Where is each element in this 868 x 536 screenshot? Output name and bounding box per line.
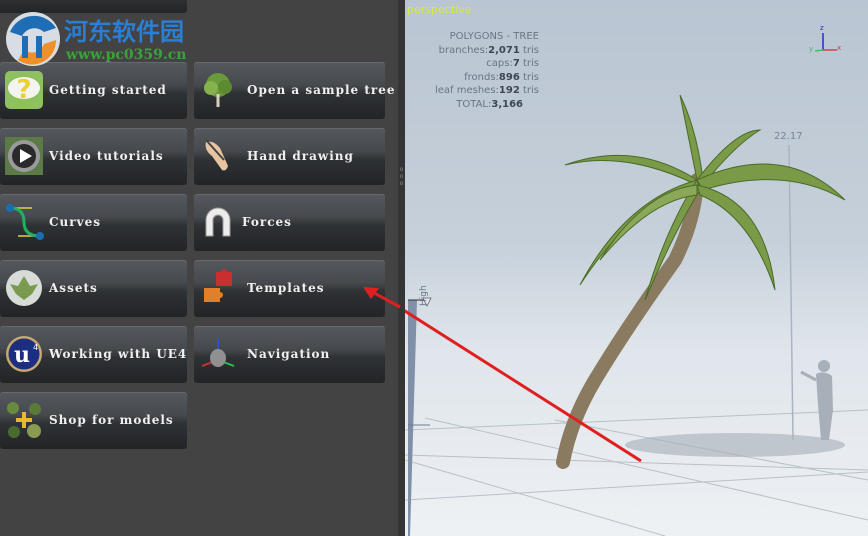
ground-grid [405, 409, 868, 536]
stats-row-total: TOTAL:3,166 [405, 98, 539, 112]
leaf-sphere-icon [6, 270, 42, 306]
ue4-logo-icon: u 4 [6, 336, 42, 372]
button-label: Video tutorials [49, 149, 164, 163]
stat-value: 3,166 [491, 98, 523, 110]
svg-text:u: u [14, 342, 30, 368]
play-icon [5, 137, 43, 175]
shop-plants-icon [7, 402, 41, 438]
stat-key: leaf meshes: [434, 85, 499, 96]
palm-fronds [564, 94, 846, 301]
button-label: Forces [242, 215, 292, 229]
svg-text:?: ? [16, 75, 31, 105]
video-tutorials-button[interactable]: Video tutorials [0, 128, 187, 185]
stats-row-leaf-meshes: leaf meshes:192 tris [405, 84, 539, 98]
panel-splitter[interactable] [398, 0, 405, 536]
getting-started-button[interactable]: ? Getting started [0, 62, 187, 119]
working-with-ue4-button[interactable]: u 4 Working with UE4 [0, 326, 187, 383]
axis-gizmo [814, 33, 837, 52]
stat-unit: tris [519, 85, 539, 96]
stat-unit: tris [519, 44, 539, 56]
hand-pen-icon [205, 139, 228, 171]
stat-key: branches: [438, 44, 489, 56]
lod-bar [408, 300, 417, 536]
button-label: Shop for models [49, 413, 174, 427]
button-label: Assets [49, 281, 98, 295]
shop-for-models-button[interactable]: Shop for models [0, 392, 187, 449]
curves-button[interactable]: Curves [0, 194, 187, 251]
stat-unit: tris [519, 58, 539, 69]
axis-z-label: z [820, 24, 824, 32]
height-value: 22.17 [774, 131, 803, 142]
stat-value: 2,071 [488, 44, 520, 56]
splitter-grip-icon[interactable]: ooo [399, 166, 404, 188]
button-label: Curves [49, 215, 101, 229]
axis-gizmo-icon [201, 338, 235, 367]
watermark-url: www.pc0359.cn [66, 47, 187, 63]
stats-row-fronds: fronds:896 tris [405, 71, 539, 85]
svg-text:4: 4 [33, 343, 38, 352]
button-label: Navigation [247, 347, 331, 361]
lod-high-label: High [419, 285, 429, 306]
question-cloud-icon: ? [5, 71, 43, 109]
stat-key: TOTAL: [456, 98, 492, 110]
start-panel: ? Getting started Open a sample tree Vid… [0, 0, 398, 536]
stat-value: 192 [498, 85, 520, 96]
polygon-stats: POLYGONS - TREE branches:2,071 tris caps… [405, 30, 539, 111]
stats-row-branches: branches:2,071 tris [405, 44, 539, 58]
annotation-arrowhead [363, 286, 401, 309]
navigation-button[interactable]: Navigation [194, 326, 385, 383]
watermark-logo-icon [6, 12, 60, 66]
watermark-title: 河东软件园 [64, 18, 184, 46]
stat-key: caps: [486, 58, 513, 69]
height-marker-line [788, 144, 794, 441]
button-label: Working with UE4 [49, 347, 188, 361]
tree-shadow [625, 433, 845, 457]
magnet-icon [205, 207, 231, 237]
axis-y-label: y [809, 45, 814, 53]
assets-button[interactable]: Assets [0, 260, 187, 317]
stat-value: 896 [498, 71, 520, 83]
button-label: Getting started [49, 83, 167, 97]
axis-x-label: x [837, 44, 842, 52]
stat-unit: tris [519, 71, 539, 83]
forces-button[interactable]: Forces [194, 194, 385, 251]
hand-drawing-button[interactable]: Hand drawing [194, 128, 385, 185]
3d-viewport[interactable]: perspective POLYGONS - TREE branches:2,0… [405, 0, 868, 536]
stats-title: POLYGONS - TREE [449, 31, 539, 42]
button-label: Open a sample tree [247, 83, 396, 97]
button-label: Templates [247, 281, 325, 295]
stats-row-caps: caps:7 tris [405, 57, 539, 71]
puzzle-icon [204, 269, 232, 302]
button-label: Hand drawing [247, 149, 354, 163]
stat-key: fronds: [464, 71, 499, 83]
annotation-arrow [405, 309, 642, 463]
stat-value: 7 [512, 58, 520, 69]
curve-icon [6, 204, 44, 240]
open-sample-tree-button[interactable]: Open a sample tree [194, 62, 394, 119]
human-scale-silhouette [800, 360, 833, 440]
tree-icon [204, 73, 232, 107]
camera-label: perspective [407, 3, 472, 16]
